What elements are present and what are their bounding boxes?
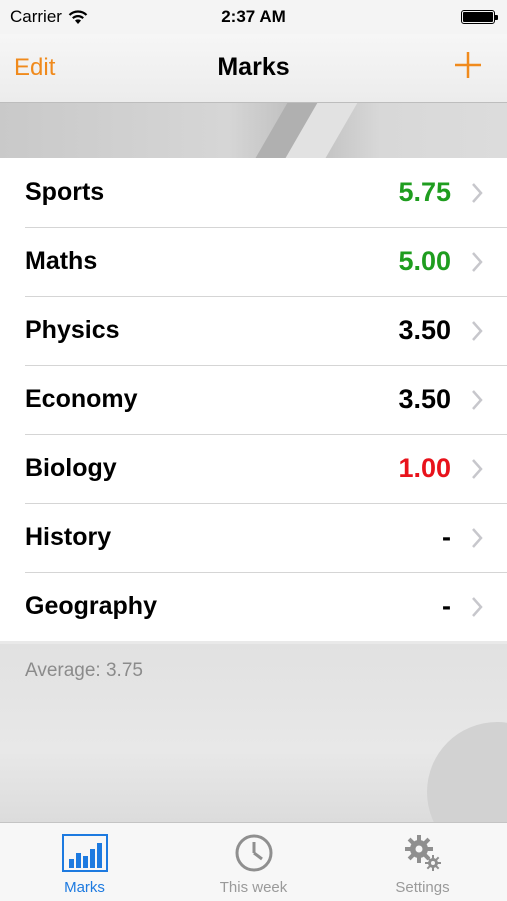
chevron-right-icon (472, 321, 483, 341)
plus-icon[interactable] (453, 50, 483, 80)
gears-icon (404, 835, 441, 871)
status-time: 2:37 AM (221, 7, 286, 26)
subject-mark: 3.50 (398, 315, 451, 345)
table-row[interactable]: Economy 3.50 (0, 365, 507, 435)
table-row[interactable]: Biology 1.00 (0, 434, 507, 504)
table-row[interactable]: Sports 5.75 (0, 158, 507, 228)
chevron-right-icon (472, 528, 483, 548)
subject-mark: 1.00 (398, 453, 451, 483)
tab-this-week[interactable]: This week (169, 823, 338, 901)
subject-mark: 5.00 (398, 246, 451, 276)
subject-name: Physics (25, 316, 120, 344)
subject-name: Biology (25, 454, 117, 482)
table-row[interactable]: Physics 3.50 (0, 296, 507, 366)
subject-name: Geography (25, 592, 157, 620)
tab-this-week-label: This week (219, 879, 288, 896)
chevron-right-icon (472, 459, 483, 479)
subject-mark: 5.75 (398, 177, 451, 207)
table-row[interactable]: Maths 5.00 (0, 227, 507, 297)
clock-icon (235, 834, 272, 872)
tab-marks[interactable]: Marks (0, 823, 169, 901)
average-label: Average: 3.75 (25, 660, 143, 681)
chevron-right-icon (472, 183, 483, 203)
subject-mark: - (442, 522, 451, 552)
subject-mark: 3.50 (398, 384, 451, 414)
chevron-right-icon (472, 252, 483, 272)
tab-marks-label: Marks (64, 879, 105, 896)
chevron-right-icon (472, 597, 483, 617)
table-row[interactable]: History - (0, 503, 507, 573)
subject-name: Maths (25, 247, 98, 275)
tab-bar: Marks This week Settings (0, 822, 507, 901)
subject-name: Economy (25, 385, 138, 413)
header-banner (0, 103, 507, 158)
tab-settings-label: Settings (395, 879, 450, 896)
page-title: Marks (217, 53, 290, 81)
bar-chart-icon (61, 834, 108, 872)
status-bar: Carrier 2:37 AM (0, 0, 507, 34)
subject-name: History (25, 523, 112, 551)
subject-mark: - (442, 591, 451, 621)
subjects-table: Sports 5.75 Maths 5.00 Physics 3.50 Economy 3.5… (0, 158, 507, 641)
chevron-right-icon (472, 390, 483, 410)
tab-settings[interactable]: Settings (338, 823, 507, 901)
subject-name: Sports (25, 178, 105, 206)
battery-icon (461, 10, 498, 24)
table-row[interactable]: Geography - (0, 572, 507, 641)
navigation-bar: Edit Marks (0, 34, 507, 103)
